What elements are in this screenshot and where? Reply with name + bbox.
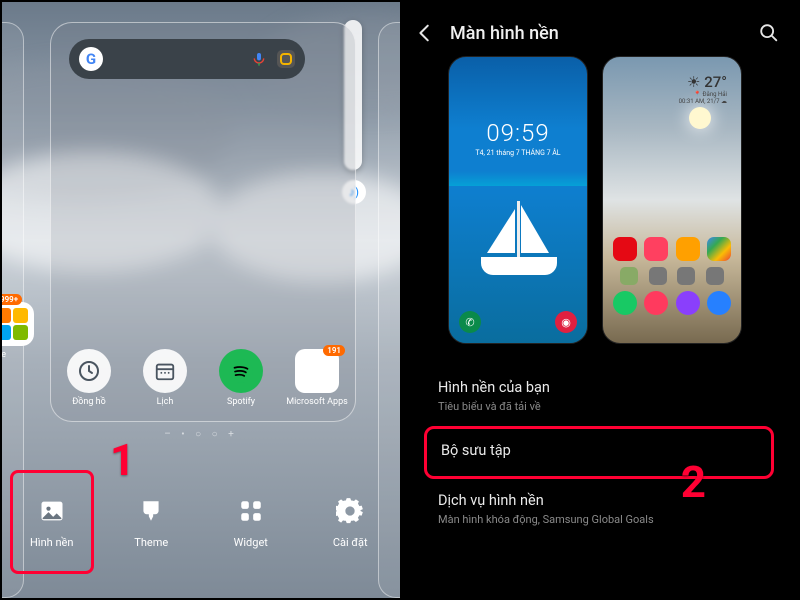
lockscreen-preview[interactable]: 09:59 T4, 21 tháng 7 THÁNG 7 ÂL ✆ ◉ (448, 56, 588, 344)
list-item-sub: Màn hình khóa động, Samsung Global Goals (438, 513, 760, 526)
homescreen-preview[interactable]: ☀ 27° 📍 Đằng Hải 00:31 AM, 21/7 ☁ (602, 56, 742, 344)
widget-icon (236, 496, 266, 526)
home-page-card[interactable]: G Đồng hồ Lịch (50, 22, 356, 422)
phone-icon: ✆ (459, 311, 481, 333)
dock-label: Spotify (227, 397, 255, 407)
toolbar-wallpaper[interactable]: Hình nền (10, 470, 94, 574)
sun-decoration (689, 107, 711, 129)
camera-icon: ◉ (555, 311, 577, 333)
page-indicator: – • ○ ○ + (2, 429, 400, 440)
back-icon[interactable] (414, 22, 436, 44)
google-search-bar[interactable]: G (69, 39, 305, 79)
weather-widget: ☀ 27° 📍 Đằng Hải 00:31 AM, 21/7 ☁ (679, 73, 727, 105)
clock-icon (67, 349, 111, 393)
edge-app-icon[interactable] (2, 302, 34, 346)
list-item-title: Bộ sưu tập (441, 442, 757, 459)
list-item-title: Dịch vụ hình nền (438, 492, 760, 509)
wallpaper-previews: 09:59 T4, 21 tháng 7 THÁNG 7 ÂL ✆ ◉ ☀ 27… (400, 56, 798, 352)
step-number-2: 2 (681, 456, 706, 508)
toolbar-label: Cài đặt (333, 536, 368, 549)
edge-badge: 999+ (2, 294, 22, 305)
step-number-1: 1 (110, 434, 135, 486)
gear-icon (335, 496, 365, 526)
toolbar-label: Theme (134, 536, 168, 549)
dock-label: Microsoft Apps (286, 397, 348, 407)
sailboat-decoration (475, 197, 563, 275)
calendar-icon (143, 349, 187, 393)
edge-label: gle (2, 350, 6, 360)
list-item-sub: Tiêu biểu và đã tải về (438, 400, 760, 413)
toolbar-label: Hình nền (30, 536, 73, 549)
weather-location: 📍 Đằng Hải (679, 91, 727, 98)
image-icon (37, 496, 67, 526)
wallpaper-settings-screen: Màn hình nền 09:59 T4, 21 tháng 7 THÁNG … (400, 2, 798, 598)
settings-list: Hình nền của bạn Tiêu biểu và đã tải về … (400, 352, 798, 539)
page-title: Màn hình nền (450, 23, 559, 44)
spotify-icon (219, 349, 263, 393)
dock-item-calendar[interactable]: Lịch (135, 349, 195, 407)
lock-date: T4, 21 tháng 7 THÁNG 7 ÂL (449, 149, 587, 157)
home-dock: Đồng hồ Lịch Spotify (51, 349, 355, 407)
dock-item-spotify[interactable]: Spotify (211, 349, 271, 407)
lock-clock: 09:59 T4, 21 tháng 7 THÁNG 7 ÂL (449, 119, 587, 157)
lock-time: 09:59 (449, 119, 587, 147)
dock-label: Lịch (157, 397, 174, 407)
weather-temp: ☀ 27° (679, 73, 727, 91)
tutorial-frame: ♪) 999+ gle G Đồng hồ (0, 0, 800, 600)
dock-item-clock[interactable]: Đồng hồ (59, 349, 119, 407)
brush-icon (136, 496, 166, 526)
dock-item-microsoft[interactable]: 191 Microsoft Apps (287, 349, 347, 407)
home-editor-screen: ♪) 999+ gle G Đồng hồ (2, 2, 400, 598)
dock-label: Đồng hồ (72, 397, 106, 407)
settings-header: Màn hình nền (400, 2, 798, 56)
toolbar-widget[interactable]: Widget (209, 470, 293, 574)
google-logo-icon: G (79, 47, 103, 71)
list-item-your-wallpapers[interactable]: Hình nền của bạn Tiêu biểu và đã tải về (424, 366, 774, 426)
list-item-wallpaper-services[interactable]: Dịch vụ hình nền Màn hình khóa động, Sam… (424, 479, 774, 539)
weather-date: 00:31 AM, 21/7 ☁ (679, 98, 727, 105)
editor-toolbar: Hình nền Theme Widget Cài đặt (2, 458, 400, 586)
lens-icon[interactable] (277, 50, 295, 68)
microsoft-icon: 191 (295, 349, 339, 393)
mini-dock (609, 237, 735, 337)
list-item-title: Hình nền của bạn (438, 379, 760, 396)
search-icon[interactable] (758, 22, 780, 44)
list-item-gallery[interactable]: Bộ sưu tập (424, 426, 774, 479)
notification-badge: 191 (323, 345, 345, 356)
toolbar-settings[interactable]: Cài đặt (308, 470, 392, 574)
mic-icon[interactable] (251, 51, 267, 67)
toolbar-label: Widget (234, 536, 268, 549)
